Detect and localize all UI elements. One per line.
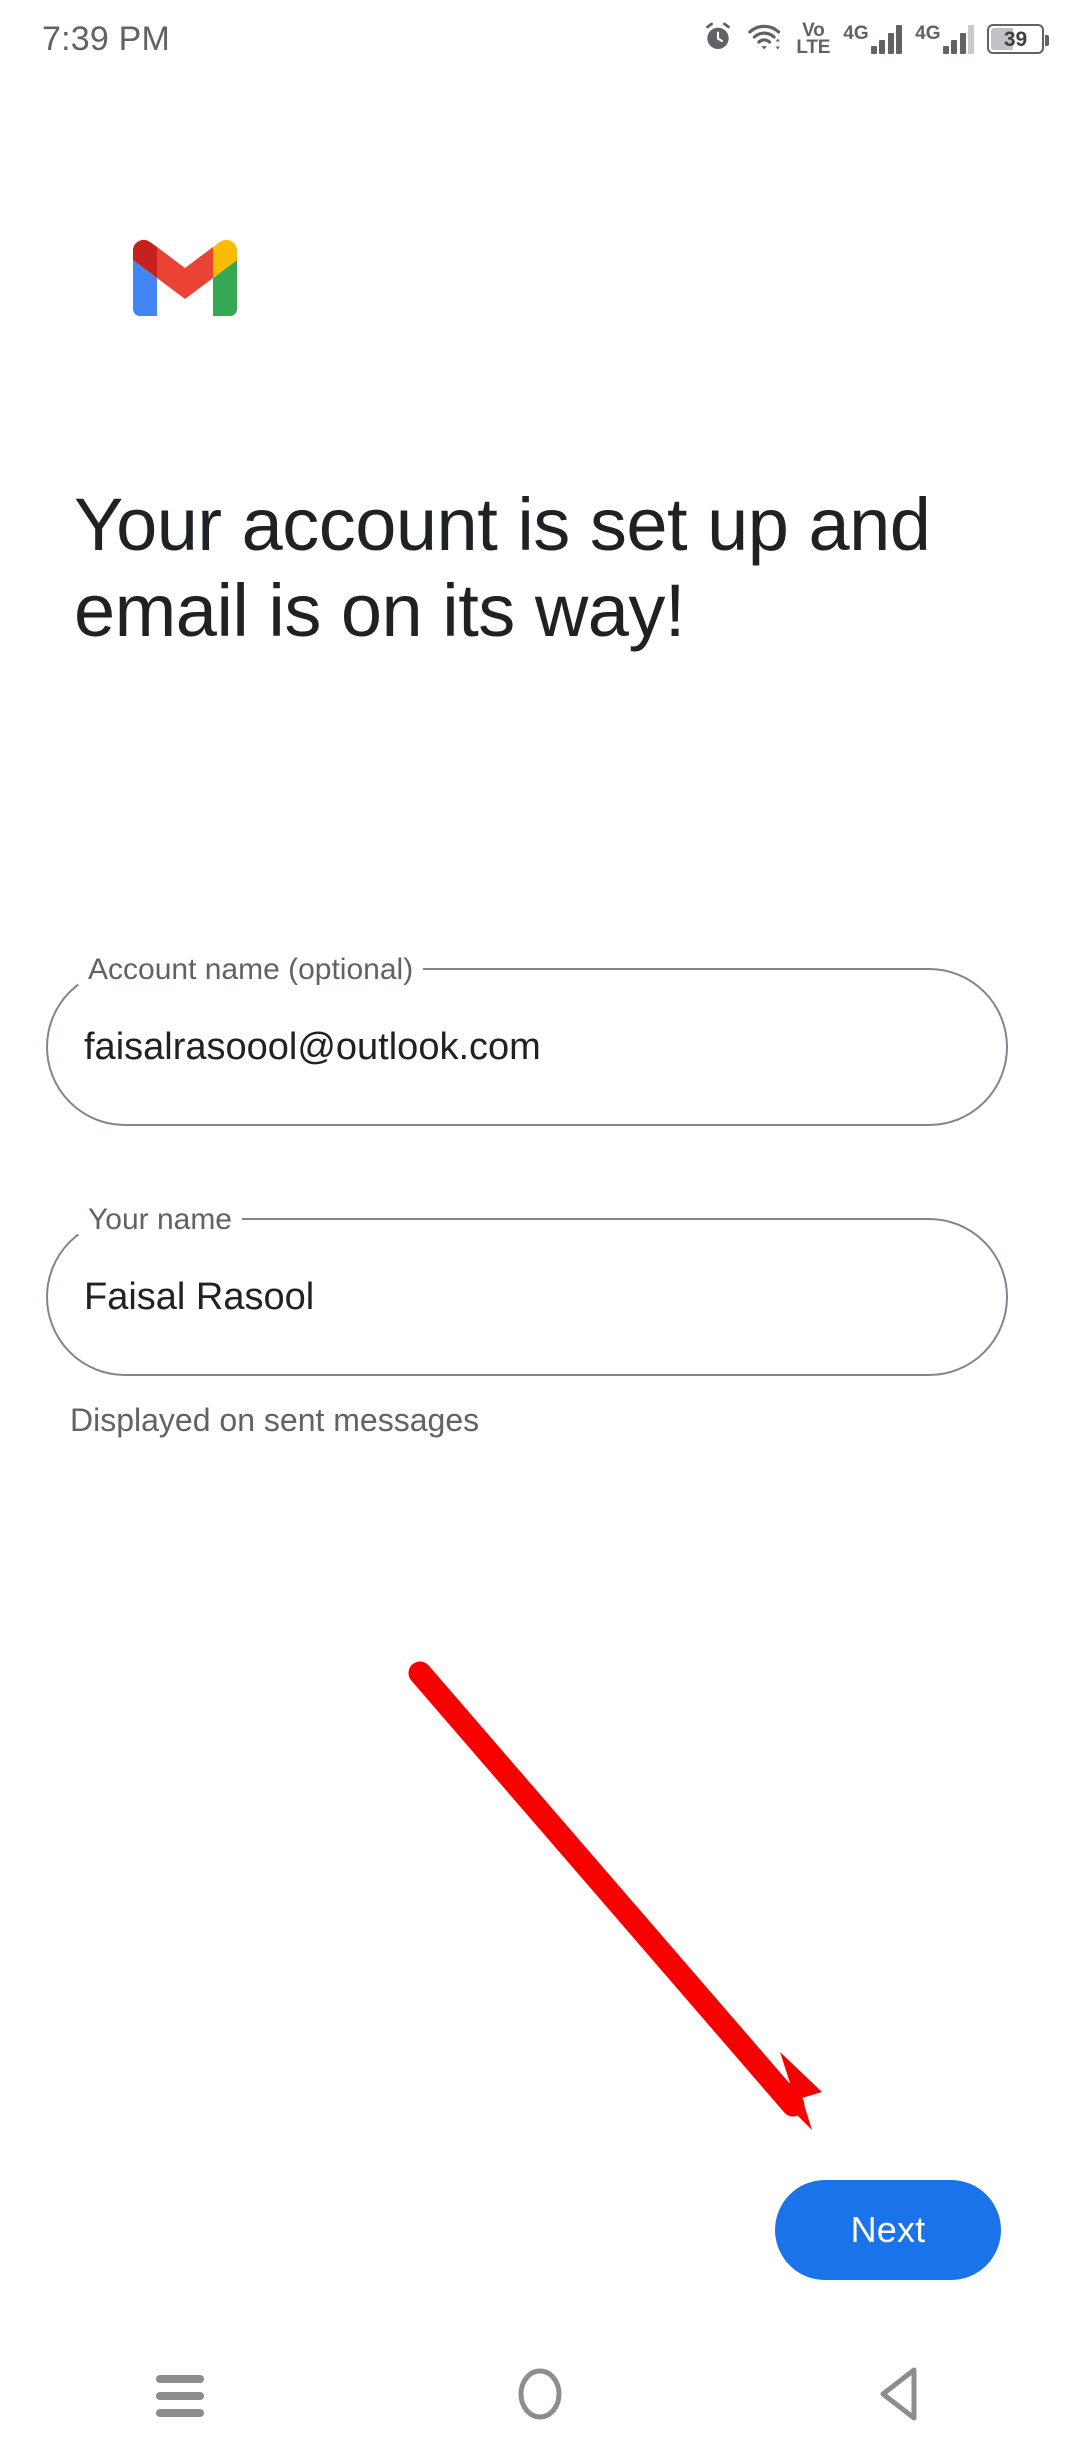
signal-sim2-label: 4G	[915, 23, 941, 44]
signal-sim1-label: 4G	[843, 23, 869, 44]
gmail-logo	[133, 238, 237, 318]
your-name-helper-text: Displayed on sent messages	[70, 1402, 480, 1438]
next-button[interactable]: Next	[775, 2180, 1001, 2280]
account-name-label: Account name (optional)	[88, 953, 414, 986]
your-name-label-notch: Your name	[78, 1205, 242, 1235]
page-title: Your account is set up and email is on i…	[74, 482, 931, 652]
your-name-field-outline[interactable]: Your name Faisal Rasool	[46, 1205, 1008, 1376]
wifi-icon	[747, 21, 783, 58]
circle-home-icon	[517, 2366, 563, 2427]
your-name-label: Your name	[88, 1203, 232, 1236]
volte-icon: Vo LTE	[796, 20, 831, 58]
account-name-field-wrapper[interactable]: Account name (optional) faisalrasoool@ou…	[46, 955, 1008, 1126]
status-bar-clock: 7:39 PM	[42, 20, 171, 58]
signal-sim1-bars	[870, 24, 903, 54]
nav-recents-button[interactable]	[0, 2332, 360, 2460]
system-navigation-bar	[0, 2332, 1080, 2460]
battery-percent-label: 39	[1003, 27, 1028, 51]
nav-back-button[interactable]	[720, 2332, 1080, 2460]
volte-label-bottom: LTE	[796, 37, 831, 58]
account-name-label-notch: Account name (optional)	[78, 953, 424, 986]
your-name-input[interactable]: Faisal Rasool	[84, 1278, 314, 1316]
nav-home-button[interactable]	[360, 2332, 720, 2460]
signal-sim1-icon: 4G	[843, 23, 903, 54]
account-name-input[interactable]: faisalrasoool@outlook.com	[84, 1028, 541, 1066]
status-bar-icons: Vo LTE 4G 4G 39	[702, 20, 1049, 58]
account-name-field-outline[interactable]: Account name (optional) faisalrasoool@ou…	[46, 955, 1008, 1126]
triangle-back-icon	[874, 2365, 926, 2428]
alarm-icon	[702, 21, 734, 58]
status-bar: 7:39 PM Vo LTE 4G 4G 39	[0, 0, 1080, 78]
battery-icon: 39	[987, 24, 1049, 54]
signal-sim2-icon: 4G	[915, 24, 974, 54]
hamburger-recents-icon	[156, 2375, 204, 2417]
your-name-field-wrapper[interactable]: Your name Faisal Rasool	[46, 1205, 1008, 1376]
signal-sim2-bars	[942, 24, 974, 54]
